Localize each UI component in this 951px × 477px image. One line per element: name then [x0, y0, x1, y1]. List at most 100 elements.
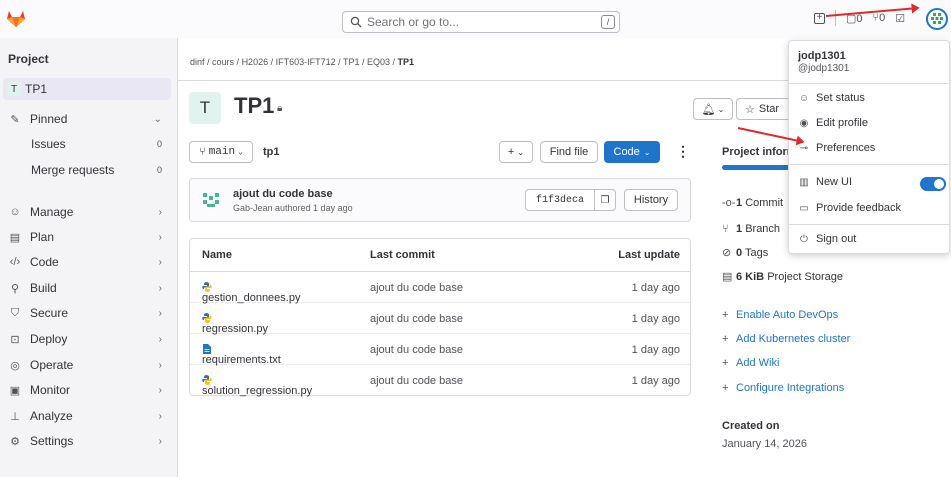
- file-commit-link[interactable]: ajout du code base: [370, 313, 463, 325]
- chevron-right-icon: ›: [158, 231, 162, 243]
- table-row[interactable]: regression.py ajout du code base 1 day a…: [190, 303, 690, 335]
- sidebar-project-item[interactable]: T TP1: [3, 78, 171, 100]
- file-commit-link[interactable]: ajout du code base: [370, 282, 463, 294]
- sidebar-item-label: Code: [30, 255, 59, 269]
- sidebar-item-deploy[interactable]: ⊡ Deploy ›: [8, 328, 166, 350]
- chevron-right-icon: ›: [158, 435, 162, 447]
- commit-message[interactable]: ajout du code base: [233, 188, 333, 200]
- notifications-button[interactable]: 🔔︎ ⌄: [693, 98, 733, 120]
- breadcrumb-link[interactable]: IFT603-IFT712: [276, 57, 336, 67]
- sidebar-item-label: Plan: [30, 230, 55, 244]
- sidebar-item-secure[interactable]: ⛉ Secure ›: [8, 302, 166, 324]
- code-button[interactable]: Code ⌄: [604, 141, 660, 163]
- enable-auto-devops-link[interactable]: + Enable Auto DevOps: [722, 309, 838, 321]
- menu-item-label: Preferences: [816, 142, 876, 154]
- python-file-icon: [202, 282, 212, 292]
- breadcrumb-link[interactable]: EQ03: [367, 57, 390, 67]
- user-name[interactable]: jodp1301: [798, 50, 846, 62]
- create-new-icon[interactable]: +: [814, 12, 825, 24]
- add-kubernetes-cluster-link[interactable]: + Add Kubernetes cluster: [722, 333, 850, 345]
- menu-divider: [789, 164, 949, 165]
- sidebar-item-plan[interactable]: ▤ Plan ›: [8, 226, 166, 248]
- preferences-item[interactable]: ⊸ Preferences: [798, 142, 876, 154]
- sidebar-item-pinned[interactable]: ✎ Pinned ⌄: [8, 108, 166, 130]
- table-row[interactable]: gestion_donnees.py ajout du code base 1 …: [190, 272, 690, 304]
- search-input[interactable]: Search or go to... /: [342, 11, 620, 33]
- author-identicon-icon[interactable]: [201, 191, 221, 211]
- chevron-right-icon: ›: [158, 282, 162, 294]
- storage-stat[interactable]: ▤ 6 KiB Project Storage: [722, 270, 843, 283]
- sign-out-icon: ⏻: [800, 233, 808, 245]
- sidebar-title: Project: [8, 52, 49, 66]
- chevron-down-icon: ⌄: [153, 113, 162, 125]
- sidebar-item-label: Operate: [30, 358, 74, 372]
- shield-icon: ⛉: [10, 306, 20, 319]
- file-table: Name Last commit Last update gestion_don…: [189, 238, 691, 397]
- more-actions-icon[interactable]: ⋮: [676, 143, 690, 160]
- history-button[interactable]: History: [624, 189, 678, 211]
- commit-author-line: Gab-Jean authored 1 day ago: [233, 203, 353, 213]
- sidebar-item-issues[interactable]: Issues 0: [8, 133, 166, 155]
- new-ui-toggle[interactable]: [920, 177, 946, 191]
- branches-label: Branch: [745, 223, 781, 235]
- provide-feedback-item[interactable]: ▭ Provide feedback: [798, 202, 901, 214]
- sidebar-item-analyze[interactable]: ⊥ Analyze ›: [8, 405, 166, 427]
- users-icon: ☺: [9, 206, 21, 218]
- file-commit-link[interactable]: ajout du code base: [370, 375, 463, 387]
- branches-count: 1: [736, 223, 743, 235]
- text-file-icon: [203, 344, 211, 354]
- menu-divider: [789, 83, 949, 84]
- chevron-right-icon: ›: [158, 384, 162, 396]
- breadcrumb-link[interactable]: H2026: [242, 57, 269, 67]
- sign-out-item[interactable]: ⏻ Sign out: [798, 233, 856, 245]
- breadcrumb-link[interactable]: TP1: [343, 57, 360, 67]
- breadcrumb-current[interactable]: TP1: [398, 57, 415, 67]
- sidebar-item-manage[interactable]: ☺ Manage ›: [8, 201, 166, 223]
- file-name-link[interactable]: solution_regression.py: [202, 385, 312, 397]
- file-updated: 1 day ago: [631, 344, 680, 356]
- column-header-name: Name: [202, 249, 232, 261]
- repo-path[interactable]: tp1: [263, 146, 280, 158]
- tags-label: Tags: [744, 247, 769, 259]
- user-avatar[interactable]: [926, 8, 948, 30]
- gitlab-logo-icon[interactable]: [6, 10, 26, 28]
- table-row[interactable]: solution_regression.py ajout du code bas…: [190, 365, 690, 397]
- todo-icon[interactable]: ☑: [895, 12, 905, 25]
- python-file-icon: [202, 375, 212, 385]
- breadcrumb-link[interactable]: dinf: [190, 57, 205, 67]
- created-on-date: January 14, 2026: [722, 438, 808, 450]
- project-info-heading: Project inform: [722, 146, 797, 158]
- breadcrumb-link[interactable]: cours: [212, 57, 234, 67]
- merge-requests-icon[interactable]: ⑂0: [873, 12, 886, 24]
- sidebar-item-monitor[interactable]: ▣ Monitor ›: [8, 379, 166, 401]
- new-ui-item[interactable]: ▥ New UI: [798, 176, 852, 188]
- branch-icon: ⑂: [199, 146, 206, 158]
- sidebar-item-build[interactable]: ⚲ Build ›: [8, 277, 166, 299]
- branch-selector[interactable]: ⑂ main ⌄: [189, 141, 253, 163]
- edit-profile-item[interactable]: ◉ Edit profile: [798, 117, 868, 129]
- sidebar-item-settings[interactable]: ⚙ Settings ›: [8, 430, 166, 452]
- sidebar-item-merge-requests[interactable]: Merge requests 0: [8, 159, 166, 181]
- file-commit-link[interactable]: ajout du code base: [370, 344, 463, 356]
- tags-stat[interactable]: ⊘ 0 Tags: [722, 246, 768, 259]
- last-commit-panel: ajout du code base Gab-Jean authored 1 d…: [189, 178, 691, 222]
- sidebar-item-code[interactable]: ‹/› Code ›: [8, 251, 166, 273]
- find-file-button[interactable]: Find file: [540, 141, 598, 163]
- table-row[interactable]: requirements.txt ajout du code base 1 da…: [190, 334, 690, 366]
- commits-stat[interactable]: -o-1 Commit: [722, 197, 783, 209]
- history-label: History: [633, 194, 669, 206]
- branches-stat[interactable]: ⑂ 1 Branch: [722, 223, 780, 235]
- identicon-icon: [931, 13, 943, 24]
- chevron-right-icon: ›: [158, 256, 162, 268]
- star-button[interactable]: ☆ Star: [736, 98, 788, 120]
- deploy-icon: ⊡: [10, 333, 20, 346]
- commit-sha-button[interactable]: f1f3deca: [525, 189, 595, 211]
- configure-integrations-link[interactable]: + Configure Integrations: [722, 382, 844, 394]
- add-button[interactable]: + ⌄: [499, 141, 533, 163]
- copy-sha-button[interactable]: ❐: [594, 189, 616, 211]
- sidebar-item-operate[interactable]: ◎ Operate ›: [8, 354, 166, 376]
- menu-item-label: Provide feedback: [816, 202, 901, 214]
- add-wiki-link[interactable]: + Add Wiki: [722, 357, 779, 369]
- tags-count: 0: [736, 247, 743, 259]
- set-status-item[interactable]: ☺ Set status: [798, 92, 865, 104]
